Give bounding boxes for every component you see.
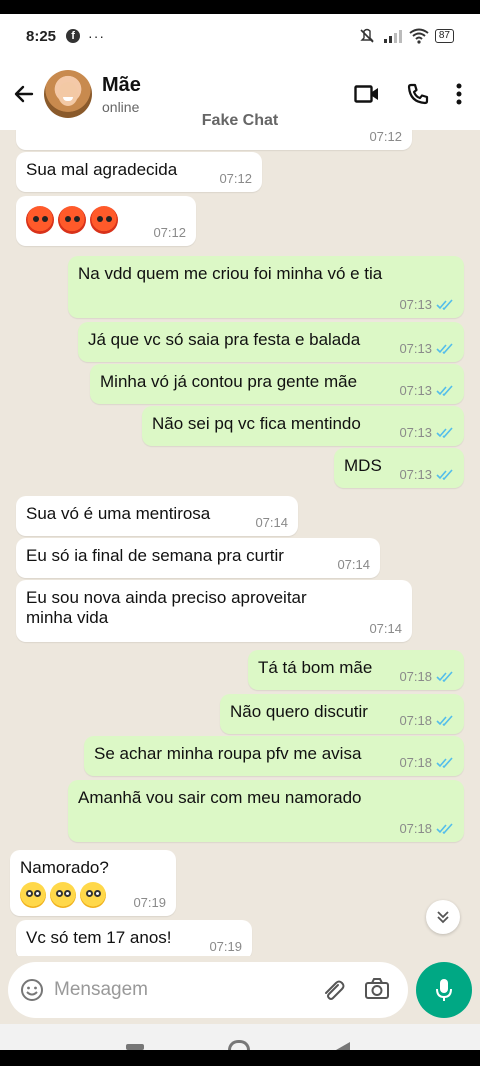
back-nav-button[interactable]: [336, 1042, 350, 1050]
contact-name: Mãe: [102, 73, 141, 96]
attach-icon[interactable]: [320, 977, 346, 1003]
mute-vibrate-icon: [360, 28, 374, 43]
message-bubble[interactable]: Eu só ia final de semana pra curtir 07:1…: [16, 538, 380, 578]
camera-icon[interactable]: [364, 977, 390, 1001]
facebook-icon: f: [66, 29, 81, 43]
message-bubble[interactable]: Não sei pq vc fica mentindo 07:13: [142, 406, 464, 446]
message-bubble[interactable]: Eu sou nova ainda preciso aproveitar min…: [16, 580, 412, 642]
message-text: Eu só ia final de semana pra curtir: [26, 546, 284, 565]
message-text: Sua vó é uma mentirosa: [26, 504, 211, 523]
system-navigation-bar: [0, 1024, 480, 1066]
signal-icon: [383, 30, 402, 43]
more-options-icon[interactable]: [456, 83, 462, 105]
message-text: Namorado?: [20, 858, 109, 877]
message-text: Vc só tem 17 anos!: [26, 928, 172, 947]
double-check-icon: [436, 299, 453, 310]
message-text: Tá tá bom mãe: [258, 658, 373, 677]
message-bubble[interactable]: MDS 07:13: [334, 448, 464, 488]
message-text: MDS: [344, 456, 382, 475]
angry-face-icon: [58, 206, 86, 234]
message-text: Amanhã vou sair com meu namorado: [78, 788, 362, 807]
fake-chat-watermark: Fake Chat: [201, 112, 279, 129]
message-bubble[interactable]: Não quero discutir 07:18: [220, 694, 464, 734]
flushed-face-icon: [20, 882, 46, 908]
message-bubble[interactable]: Sua mal agradecida 07:12: [16, 152, 262, 192]
message-bubble[interactable]: 07:12: [16, 196, 196, 246]
message-time: 07:18: [399, 713, 432, 728]
message-text: Sua mal agradecida: [26, 160, 178, 179]
message-text: Já que vc só saia pra festa e balada: [88, 330, 361, 349]
angry-face-icon: [26, 206, 54, 234]
message-time: 07:13: [399, 383, 432, 398]
video-call-icon[interactable]: [354, 84, 380, 104]
message-time: 07:12: [219, 171, 252, 186]
message-time: 07:14: [255, 515, 288, 530]
message-text: Não quero discutir: [230, 702, 368, 721]
scroll-to-bottom-button[interactable]: [426, 900, 460, 934]
message-bubble[interactable]: 07:12: [16, 130, 412, 150]
flushed-face-icon: [50, 882, 76, 908]
message-bubble[interactable]: Sua vó é uma mentirosa 07:14: [16, 496, 298, 536]
message-bubble[interactable]: Minha vó já contou pra gente mãe 07:13: [90, 364, 464, 404]
double-check-icon: [436, 385, 453, 396]
top-black-bar: [0, 0, 480, 14]
double-check-icon: [436, 715, 453, 726]
message-time: 07:13: [399, 467, 432, 482]
contact-info[interactable]: Mãe online: [102, 74, 354, 115]
message-text: Minha vó já contou pra gente mãe: [100, 372, 358, 391]
message-time: 07:14: [369, 621, 402, 636]
message-time: 07:18: [399, 669, 432, 684]
message-input-field[interactable]: Mensagem: [8, 962, 408, 1018]
home-button[interactable]: [228, 1040, 250, 1050]
flushed-face-icon: [80, 882, 106, 908]
double-chevron-down-icon: [437, 911, 449, 924]
message-text: Se achar minha roupa pfv me avisa: [94, 744, 362, 763]
avatar[interactable]: [44, 70, 92, 118]
input-bar: Mensagem: [0, 956, 480, 1024]
message-time: 07:14: [337, 557, 370, 572]
back-button[interactable]: [4, 74, 44, 114]
double-check-icon: [436, 343, 453, 354]
message-time: 07:18: [399, 755, 432, 770]
double-check-icon: [436, 671, 453, 682]
message-bubble[interactable]: Amanhã vou sair com meu namorado 07:18: [68, 780, 464, 842]
double-check-icon: [436, 823, 453, 834]
more-notifications-icon: ···: [88, 28, 106, 44]
status-bar: 8:25 f ··· 87: [0, 14, 480, 58]
message-time: 07:12: [153, 225, 186, 240]
emoji-icon[interactable]: [20, 978, 44, 1002]
message-time: 07:12: [369, 130, 402, 144]
arrow-left-icon: [14, 85, 34, 103]
double-check-icon: [436, 757, 453, 768]
phone-call-icon[interactable]: [406, 82, 430, 106]
double-check-icon: [436, 427, 453, 438]
wifi-icon: [409, 28, 429, 44]
message-text: Na vdd quem me criou foi minha vó e tia: [78, 264, 383, 283]
message-text: Eu sou nova ainda preciso aproveitar min…: [26, 588, 307, 627]
message-time: 07:13: [399, 341, 432, 356]
double-check-icon: [436, 469, 453, 480]
microphone-icon: [436, 979, 452, 1001]
message-time: 07:13: [399, 425, 432, 440]
message-bubble[interactable]: Na vdd quem me criou foi minha vó e tia …: [68, 256, 464, 318]
message-bubble[interactable]: Vc só tem 17 anos! 07:19: [16, 920, 252, 956]
message-bubble[interactable]: Namorado? 07:19: [10, 850, 176, 916]
battery-icon: 87: [434, 29, 454, 43]
mic-button[interactable]: [416, 962, 472, 1018]
message-time: 07:13: [399, 297, 432, 312]
message-bubble[interactable]: Já que vc só saia pra festa e balada 07:…: [78, 322, 464, 362]
message-text: Não sei pq vc fica mentindo: [152, 414, 361, 433]
message-time: 07:19: [209, 939, 242, 954]
message-time: 07:18: [399, 821, 432, 836]
message-bubble[interactable]: Se achar minha roupa pfv me avisa 07:18: [84, 736, 464, 776]
status-time: 8:25: [26, 27, 57, 45]
message-bubble[interactable]: Tá tá bom mãe 07:18: [248, 650, 464, 690]
angry-face-icon: [90, 206, 118, 234]
message-input-placeholder[interactable]: Mensagem: [54, 979, 320, 1001]
chat-area[interactable]: 07:12 Sua mal agradecida 07:12 07:12 Na …: [0, 130, 480, 956]
message-time: 07:19: [133, 895, 166, 910]
